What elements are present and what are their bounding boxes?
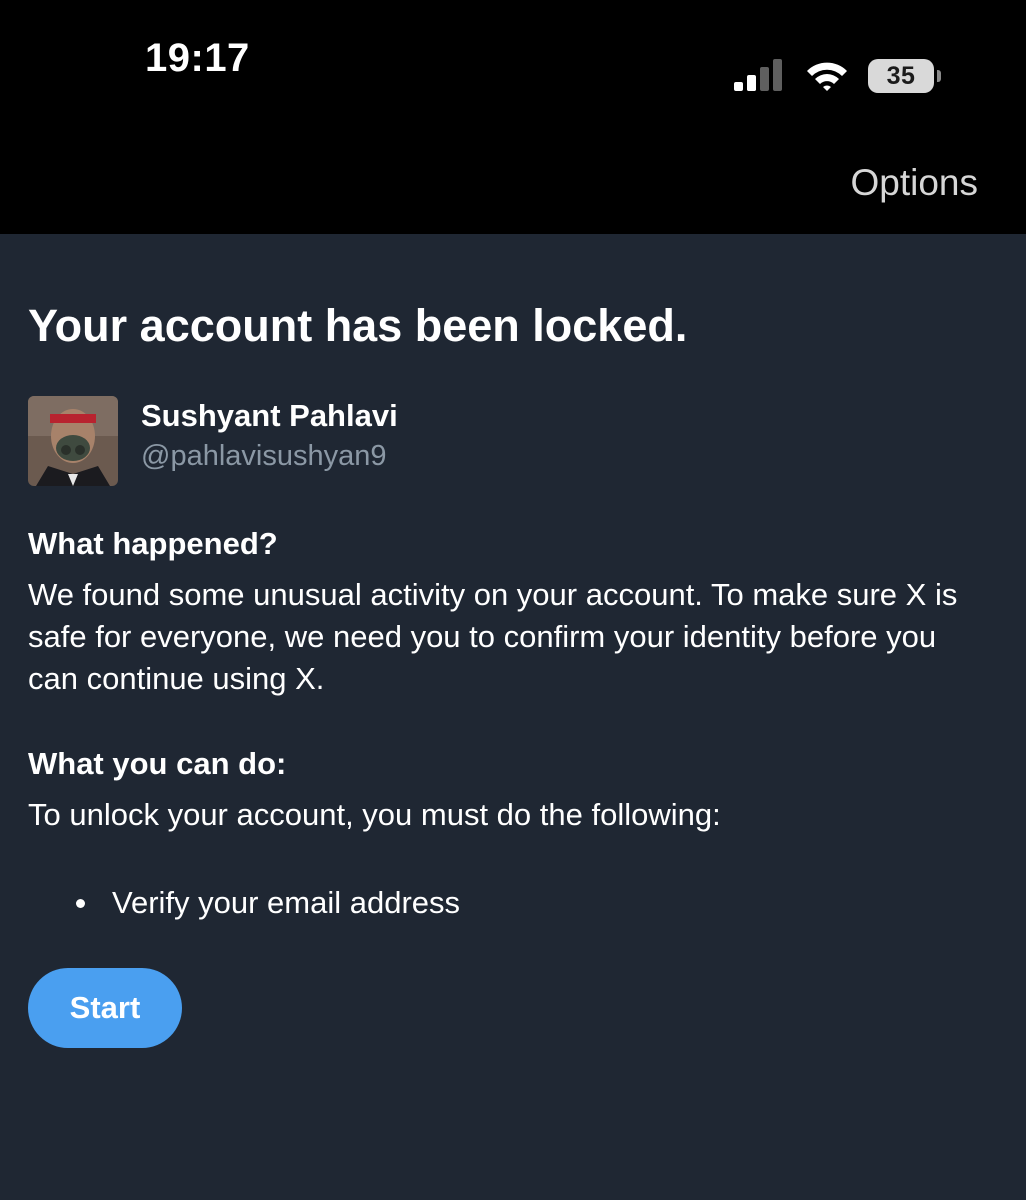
battery-level: 35	[886, 61, 916, 90]
top-bar: 19:17 35 Options	[0, 0, 1026, 234]
avatar	[28, 396, 118, 486]
profile-text: Sushyant Pahlavi @pahlavisushyan9	[141, 396, 398, 476]
page-title: Your account has been locked.	[28, 300, 688, 351]
what-you-can-do-text: To unlock your account, you must do the …	[28, 797, 721, 832]
battery-tip	[937, 70, 941, 82]
main-content: Your account has been locked. Sushyant P…	[28, 234, 988, 1048]
step-label: Verify your email address	[112, 885, 461, 920]
bullet-icon	[76, 899, 85, 908]
cellular-signal-icon	[734, 59, 786, 93]
options-button[interactable]: Options	[850, 162, 978, 204]
wifi-icon	[804, 59, 850, 93]
profile-name: Sushyant Pahlavi	[141, 398, 398, 433]
status-bar-time: 19:17	[145, 36, 250, 80]
account-profile: Sushyant Pahlavi @pahlavisushyan9	[28, 396, 988, 486]
what-you-can-do-heading: What you can do:	[28, 746, 287, 781]
what-happened-text: We found some unusual activity on your a…	[28, 577, 958, 696]
what-happened-heading: What happened?	[28, 526, 278, 561]
start-button[interactable]: Start	[28, 968, 182, 1048]
status-bar-icons: 35	[734, 56, 941, 96]
unlock-steps-list: Verify your email address	[28, 882, 988, 924]
list-item: Verify your email address	[72, 882, 988, 924]
locked-account-screen: 19:17 35 Options Your account has been l…	[0, 0, 1026, 1200]
battery-icon: 35	[868, 59, 941, 93]
profile-handle: @pahlavisushyan9	[141, 440, 387, 472]
